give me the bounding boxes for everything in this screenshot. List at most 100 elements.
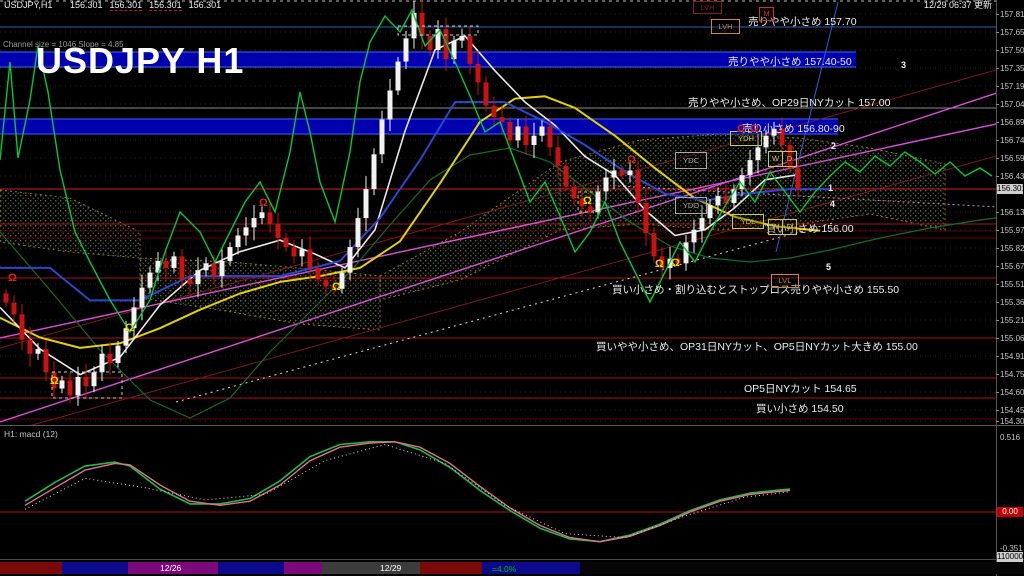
timeline-segment[interactable]	[284, 562, 322, 574]
candle-body	[292, 247, 297, 256]
price-axis-label: 156.590	[1000, 154, 1024, 163]
price-axis-tick	[996, 50, 999, 51]
price-axis-label: 155.060	[1000, 334, 1024, 343]
candle-body	[748, 160, 753, 175]
macd-extra-box: 110000	[997, 552, 1023, 562]
red-reversal-marker: Ω	[627, 155, 636, 166]
candle-body	[220, 261, 225, 276]
price-annotation: 買いやや小さめ、OP31日NYカット、OP5日NYカット大きめ 155.00	[596, 339, 918, 354]
candle-body	[532, 136, 537, 145]
timeline-segment[interactable]	[62, 562, 128, 574]
candle-body	[356, 218, 361, 247]
candle-body	[268, 212, 273, 224]
price-axis-label: 156.435	[1000, 172, 1024, 181]
level-box-d: D	[782, 151, 797, 167]
level-box-w: W	[768, 219, 783, 235]
red-reversal-marker: Ω	[259, 198, 268, 209]
macd-zero-box: 0.00	[997, 507, 1023, 517]
wave-number: 4	[830, 199, 835, 209]
red-reversal-marker: Ω	[737, 124, 746, 135]
mt4-chart-window: USDJPY,H1 156.301156.301156.301156.301 1…	[0, 0, 1024, 576]
yellow-reversal-marker: Ω	[50, 376, 59, 387]
candle-body	[12, 303, 17, 315]
candle-body	[228, 247, 233, 261]
candle-body	[604, 177, 609, 191]
timeline-segment[interactable]	[218, 562, 284, 574]
red-reversal-marker: Ω	[8, 273, 17, 284]
candle-body	[108, 354, 113, 363]
candle-body	[588, 206, 593, 212]
price-axis-label: 156.895	[1000, 118, 1024, 127]
price-axis-tick	[996, 374, 999, 375]
candle-body	[524, 126, 529, 145]
candle-body	[476, 64, 481, 83]
level-box-w: W	[768, 151, 783, 167]
candle-body	[68, 380, 73, 395]
candle-body	[36, 349, 41, 354]
price-axis-tick	[996, 320, 999, 321]
candle-body	[260, 212, 265, 218]
level-box-ydl: YDL	[732, 214, 764, 229]
candle-body	[348, 247, 353, 273]
candle-body	[540, 126, 545, 135]
candle-body	[612, 171, 617, 178]
candle-body	[556, 147, 561, 166]
candle-body	[180, 256, 185, 279]
candle-body	[316, 268, 321, 280]
price-axis-label: 155.515	[1000, 280, 1024, 289]
price-axis-label: 154.605	[1000, 388, 1024, 397]
candle-body	[204, 263, 209, 270]
candle-body	[468, 36, 473, 64]
candle-body	[492, 106, 497, 118]
ichimoku-cloud	[140, 258, 380, 330]
timeline-segment[interactable]	[322, 562, 420, 574]
yellow-reversal-marker: Ω	[583, 196, 592, 207]
candle-body	[692, 230, 697, 243]
candle-body	[324, 280, 329, 287]
macd-signal-dotted	[25, 445, 790, 538]
price-axis-label: 154.455	[1000, 406, 1024, 415]
timeline-segment[interactable]	[0, 562, 62, 574]
macd-axis-label: 0.516	[1000, 433, 1020, 442]
candle-body	[44, 349, 49, 372]
candle-body	[236, 235, 241, 247]
current-price-box[interactable]: 156.301	[997, 184, 1023, 194]
price-axis-label: 157.655	[1000, 28, 1024, 37]
resistance-band	[0, 119, 838, 134]
pink-trend-a-line[interactable]	[0, 118, 1024, 338]
price-axis-tick	[996, 338, 999, 339]
level-box-lvh: LVH	[711, 19, 740, 34]
candle-body	[76, 377, 81, 396]
candle-body	[700, 218, 705, 230]
candle-body	[388, 91, 393, 120]
date-label: 12/29	[380, 563, 401, 573]
level-box-lvl: LVL	[771, 274, 799, 288]
candle-body	[628, 171, 633, 176]
candle-body	[164, 261, 169, 268]
price-axis-label: 157.500	[1000, 46, 1024, 55]
price-axis-tick	[996, 176, 999, 177]
timeline-segment[interactable]	[420, 562, 482, 574]
timeline-segment[interactable]	[580, 562, 1024, 574]
timeline-note: =4.0%	[492, 564, 516, 574]
candle-body	[20, 314, 25, 340]
candle-body	[756, 147, 761, 160]
candle-body	[276, 224, 281, 238]
price-axis-tick	[996, 86, 999, 87]
price-annotation: OP5日NYカット 154.65	[744, 381, 857, 396]
macd-pane[interactable]	[0, 442, 996, 542]
price-annotation: 買い小さめ 154.50	[756, 401, 844, 416]
band-annotation: 売りやや小さめ 157.40-50	[728, 54, 852, 69]
candle-body	[396, 62, 401, 91]
candle-body	[716, 196, 721, 205]
price-axis-tick	[996, 122, 999, 123]
wave-number: 1	[828, 183, 833, 193]
price-axis-tick	[996, 266, 999, 267]
macd-panel-separator[interactable]	[0, 425, 1024, 426]
candle-body	[644, 203, 649, 233]
candle-body	[484, 82, 489, 105]
candle-body	[308, 249, 313, 268]
price-axis-tick	[996, 32, 999, 33]
candle-body	[364, 189, 369, 218]
level-box-ydo: YDO	[675, 197, 707, 214]
